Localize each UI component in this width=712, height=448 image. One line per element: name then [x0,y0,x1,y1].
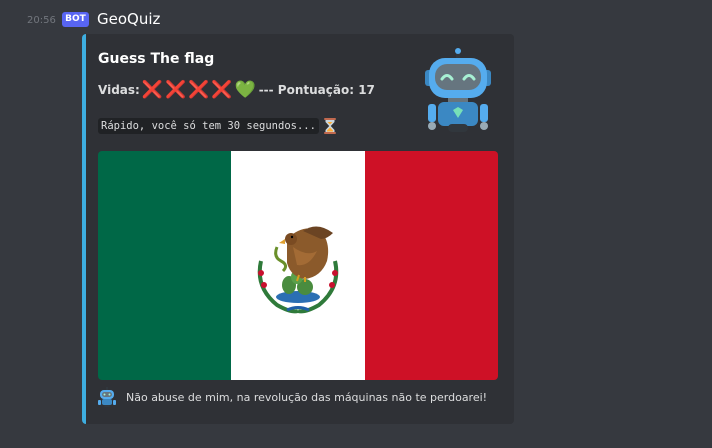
hourglass-icon [323,118,336,134]
username[interactable]: GeoQuiz [97,10,160,28]
embed-accent-bar [82,34,86,424]
embed-title: Guess The flag [98,51,215,67]
message-timestamp: 20:56 [27,15,56,26]
flag-image[interactable] [98,151,498,380]
bot-tag: BOT [62,12,89,27]
green-heart-icon: 💚 [234,80,256,100]
lives-label: Vidas: [98,83,140,97]
score-text: --- Pontuação: 17 [258,83,375,97]
flag-red-stripe [364,151,498,380]
robot-icon [98,387,116,407]
quiz-embed: Guess The flag Vidas: ❌ ❌ ❌ ❌ 💚 --- Pont… [82,34,514,424]
embed-footer: Não abuse de mim, na revolução das máqui… [98,387,487,407]
lives-row: Vidas: ❌ ❌ ❌ ❌ 💚 --- Pontuação: 17 [98,80,375,100]
timer-line: Rápido, você só tem 30 segundos... [98,117,337,135]
footer-text: Não abuse de mim, na revolução das máqui… [126,390,488,404]
cross-mark-icon: ❌ [141,80,163,100]
chat-message: 20:56 BOT GeoQuiz Guess The flag Vidas: … [0,0,712,448]
cross-mark-icon: ❌ [188,80,210,100]
timer-text: Rápido, você só tem 30 segundos... [98,118,319,134]
cross-mark-icon: ❌ [165,80,187,100]
flag-white-stripe [231,151,365,380]
cross-mark-icon: ❌ [211,80,233,100]
flag-green-stripe [98,151,232,380]
robot-thumbnail [425,48,491,132]
eagle-emblem-icon [258,226,339,314]
